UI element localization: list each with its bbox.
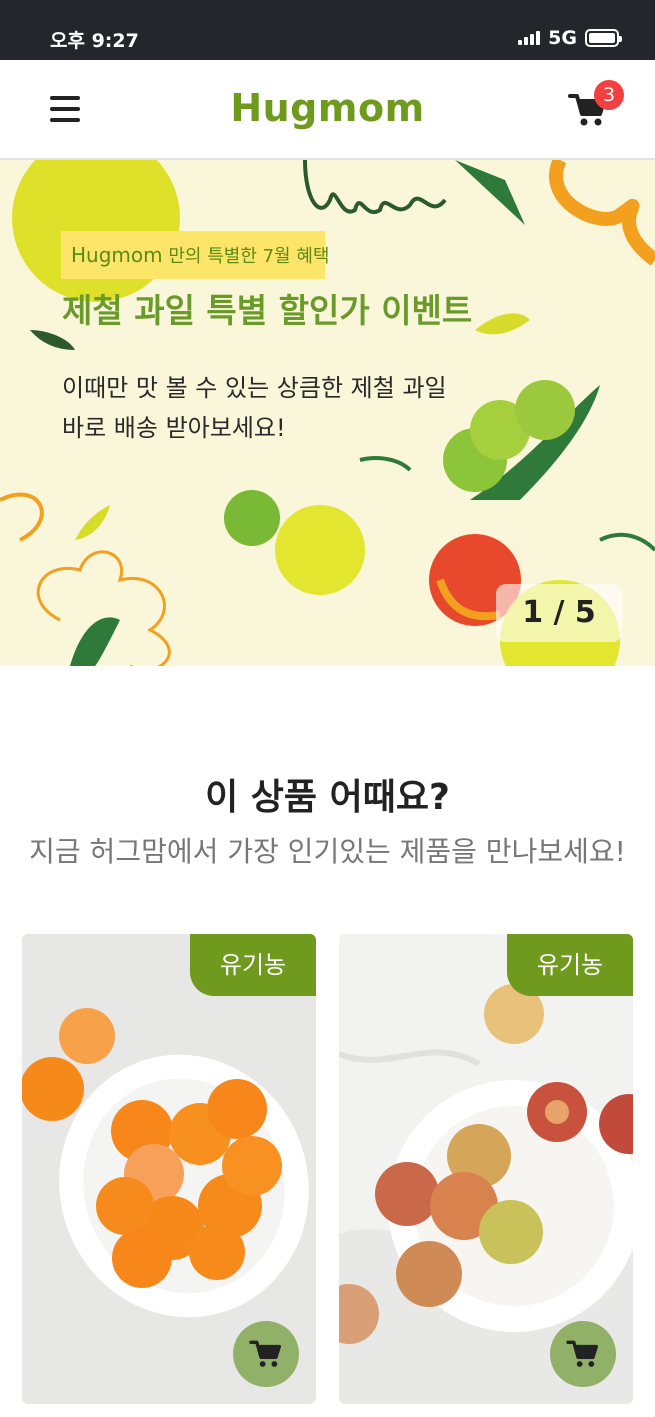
battery-icon (585, 29, 622, 47)
add-to-cart-button[interactable] (550, 1321, 616, 1387)
promo-banner[interactable]: Hugmom 만의 특별한 7월 혜택 제철 과일 특별 할인가 이벤트 이때만… (0, 160, 655, 666)
banner-description: 이때만 맛 볼 수 있는 상큼한 제철 과일 바로 배송 받아보세요! (62, 368, 447, 448)
add-to-cart-button[interactable] (233, 1321, 299, 1387)
cart-icon (566, 1340, 598, 1367)
banner-title: 제철 과일 특별 할인가 이벤트 (62, 291, 473, 330)
banner-description-line: 바로 배송 받아보세요! (62, 414, 286, 442)
app-header: Hugmom 3 (0, 60, 655, 160)
status-time: 오후 9:27 (50, 30, 139, 52)
banner-tag-brand: Hugmom (71, 243, 163, 267)
status-bar: 오후 9:27 5G (0, 0, 655, 60)
product-card[interactable]: 유기농 (22, 934, 316, 1404)
network-type: 5G (548, 27, 577, 49)
banner-pager: 1 / 5 (496, 584, 622, 642)
status-indicators: 5G (518, 27, 622, 49)
section-subtitle: 지금 허그맘에서 가장 인기있는 제품을 만나보세요! (29, 835, 626, 868)
banner-tag: Hugmom 만의 특별한 7월 혜택 (61, 231, 329, 279)
organic-badge: 유기농 (190, 934, 316, 996)
cart-icon (249, 1340, 282, 1367)
product-card[interactable]: 유기농 (339, 934, 633, 1404)
signal-icon (518, 31, 541, 45)
section-title: 이 상품 어때요? (205, 777, 450, 818)
app-logo[interactable]: Hugmom (0, 86, 655, 130)
banner-description-line: 이때만 맛 볼 수 있는 상큼한 제철 과일 (62, 374, 447, 402)
organic-badge: 유기농 (507, 934, 633, 996)
banner-tag-text: 만의 특별한 7월 혜택 (168, 246, 330, 267)
cart-count-badge: 3 (594, 80, 624, 110)
